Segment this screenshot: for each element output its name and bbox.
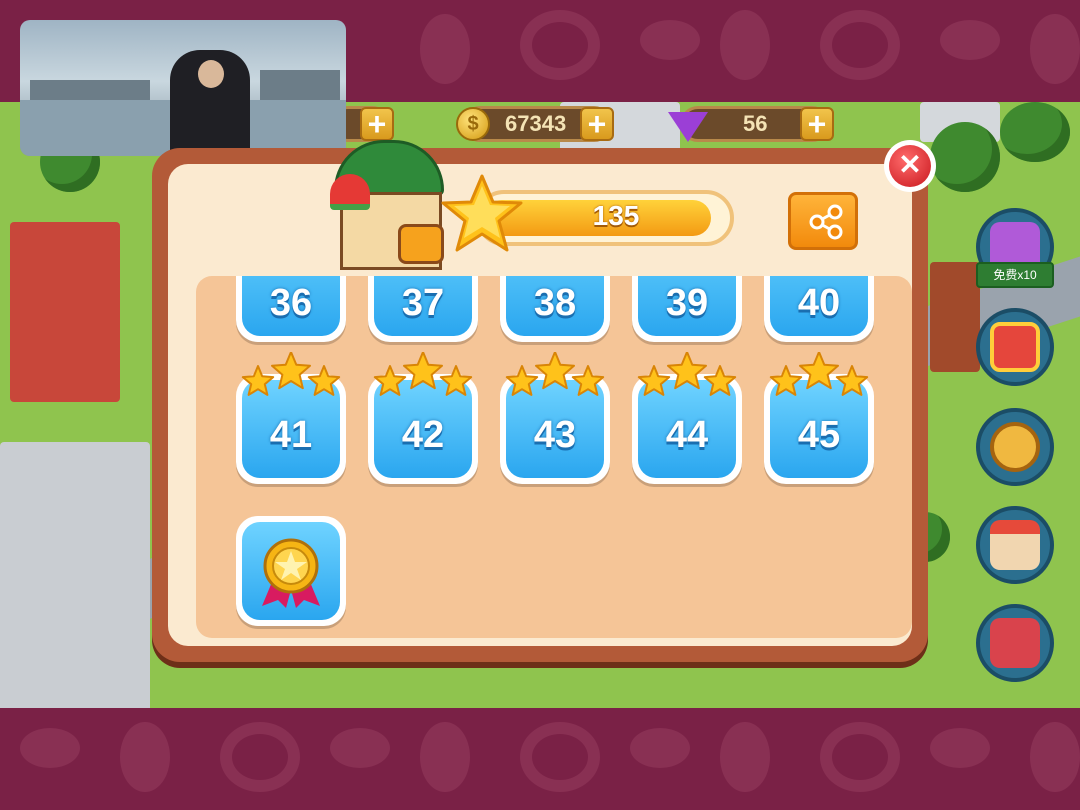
star-icon [535,352,575,390]
pattern-shape [420,722,470,792]
star-icon [403,352,443,390]
level-number: 41 [269,414,313,456]
level-tile[interactable]: 40 [764,276,874,342]
shop-button[interactable] [976,506,1054,584]
sign-board [930,262,980,372]
spin-wheel-icon [990,422,1040,472]
free-ad-tag[interactable]: 免费x10 [976,262,1054,288]
level-tile[interactable]: 36 [236,276,346,342]
coin-icon: $ [456,107,490,141]
level-tile[interactable]: 38 [500,276,610,342]
star-icon [505,365,539,396]
star-icon [241,365,275,396]
pattern-shape [630,728,690,768]
pattern-ring [520,722,600,792]
share-button[interactable] [788,192,858,250]
level-tile[interactable]: 41 [236,352,346,484]
star-icon [667,352,707,390]
add-energy-button[interactable]: + [360,107,394,141]
level-number: 44 [665,414,709,456]
level-number: 37 [401,282,445,324]
level-stars [637,352,737,396]
pattern-ring [820,10,900,80]
pattern-shape [120,722,170,792]
star-icon [439,365,473,396]
pattern-ring [220,722,300,792]
star-icon [571,365,605,396]
restaurant-building [10,222,120,402]
book-icon [990,618,1040,668]
level-tile[interactable]: 42 [368,352,478,484]
pattern-ring [520,10,600,80]
level-number: 45 [797,414,841,456]
level-tile[interactable]: 39 [632,276,742,342]
level-tile[interactable]: 43 [500,352,610,484]
pattern-shape [720,10,770,80]
close-icon: ✕ [889,145,931,187]
tree [930,122,1000,192]
level-stars [505,352,605,396]
watermelon [330,174,370,210]
gift-icon [990,322,1040,372]
level-tile[interactable]: 45 [764,352,874,484]
gem-icon [668,112,708,142]
star-icon [271,352,311,390]
level-tile[interactable]: 44 [632,352,742,484]
pattern-shape [940,20,1000,60]
fruit-crate [398,224,444,264]
star-icon [637,365,671,396]
level-stars [373,352,473,396]
pattern-shape [930,728,990,768]
share-icon [809,204,843,240]
storefront-icon [990,520,1040,570]
star-icon [307,365,341,396]
add-gems-button[interactable]: + [800,107,834,141]
star-icon [769,365,803,396]
pattern-shape [720,722,770,792]
pattern-shape [330,728,390,768]
star-icon [799,352,839,390]
level-number: 38 [533,282,577,324]
shop-icon [316,140,448,276]
video-thumbnail[interactable] [20,20,346,156]
level-number: 43 [533,414,577,456]
gift-button[interactable] [976,308,1054,386]
pattern-ring [820,722,900,792]
tree [1000,102,1070,162]
coin-value: 67343 [505,111,567,136]
pattern-shape [640,20,700,60]
pattern-shape [1030,14,1080,84]
wheel-button[interactable] [976,408,1054,486]
pattern-shape [420,14,470,84]
level-grid: 36 37 38 39 40 41 42 43 44 45 [196,276,912,638]
close-button[interactable]: ✕ [884,140,936,192]
pattern-shape [1030,722,1080,792]
level-number: 40 [797,282,841,324]
star-icon [441,174,523,252]
star-icon [703,365,737,396]
level-number: 42 [401,414,445,456]
add-coins-button[interactable]: + [580,107,614,141]
level-number: 39 [665,282,709,324]
level-stars [241,352,341,396]
recipe-book-button[interactable] [976,604,1054,682]
bottom-banner [0,708,1080,810]
level-tile[interactable]: 37 [368,276,478,342]
level-number: 36 [269,282,313,324]
level-stars [769,352,869,396]
gem-value: 56 [743,111,768,136]
office-building [0,442,150,708]
pattern-shape [20,728,80,768]
star-icon [835,365,869,396]
video-person-head [198,60,224,88]
star-icon [373,365,407,396]
reward-tile[interactable] [236,516,346,626]
medal-icon [262,538,320,608]
